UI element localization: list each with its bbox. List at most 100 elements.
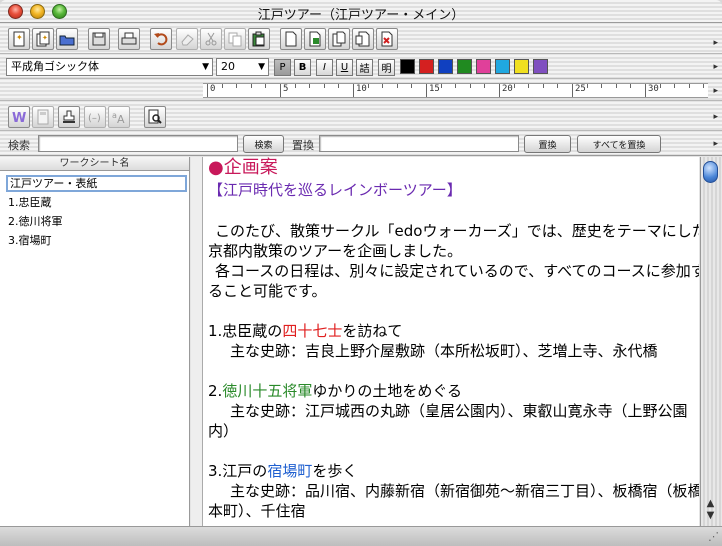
doc-text: ゆかりの土地をめぐる: [312, 382, 463, 400]
scroll-thumb[interactable]: [703, 161, 718, 183]
doc-text: 京都内散策のツアーを企画しました。: [208, 242, 463, 260]
doc-text: 本町）、千住宿: [208, 502, 306, 520]
ruler-tick: [630, 84, 632, 88]
vertical-scrollbar[interactable]: ▲ ▼: [700, 157, 722, 526]
undo-icon[interactable]: [150, 28, 172, 50]
toolbar-overflow-icon[interactable]: ▸: [713, 62, 718, 72]
main-toolbar: ✦ ✦ ▸: [0, 24, 722, 54]
ruby-button[interactable]: 詰: [356, 59, 373, 76]
italic-button[interactable]: I: [316, 59, 333, 76]
ruler-tick: [586, 84, 588, 88]
ruler-tick: [469, 84, 471, 88]
color-swatch[interactable]: [419, 59, 434, 74]
worksheet-item[interactable]: 3.宿場町: [8, 232, 52, 248]
color-swatch[interactable]: [495, 59, 510, 74]
cut-icon[interactable]: [200, 28, 222, 50]
doc-text: 2.: [208, 382, 223, 400]
ruler-label: 25: [575, 84, 586, 94]
new-sheet-icon[interactable]: ✦: [32, 28, 54, 50]
ruler-tick: [426, 84, 427, 97]
ruler-tick: [440, 84, 442, 88]
ruler-label: 5: [283, 84, 289, 94]
ruler-tick: [528, 84, 530, 88]
scroll-arrows-icon[interactable]: ▲ ▼: [703, 498, 718, 522]
doc-subtitle: 【江戸時代を巡るレインボーツアー】: [208, 181, 462, 199]
doc-text: 1.忠臣蔵の: [208, 322, 283, 340]
ruler-tick: [207, 84, 208, 97]
title-bar[interactable]: 江戸ツアー（江戸ツアー・メイン）: [0, 0, 722, 23]
page-add-icon[interactable]: [304, 28, 326, 50]
ruler-tick: [601, 84, 603, 88]
doc-text: このたび、散策サークル「edoウォーカーズ」では、歴史をテーマにした東: [215, 222, 699, 240]
find-icon[interactable]: [144, 106, 166, 128]
color-swatch[interactable]: [457, 59, 472, 74]
page-copy-icon[interactable]: [328, 28, 350, 50]
highlight-text: 四十七士: [282, 322, 343, 340]
eraser-icon[interactable]: [176, 28, 198, 50]
worksheet-item[interactable]: 2.徳川将軍: [8, 213, 63, 229]
font-size-icon[interactable]: aA: [108, 106, 130, 128]
bracket-icon[interactable]: (–): [84, 106, 106, 128]
new-doc-icon[interactable]: ✦: [8, 28, 30, 50]
worksheet-name-input[interactable]: 江戸ツアー・表紙: [6, 175, 187, 192]
doc-text: を歩く: [312, 462, 358, 480]
plain-style-button[interactable]: P: [274, 59, 291, 76]
ruler-tick: [484, 84, 486, 88]
search-bar: 検索 検索 置換 置換 すべてを置換 ▸: [0, 132, 722, 156]
resize-grip-icon[interactable]: ⋰: [708, 530, 719, 543]
ruler-tick: [294, 84, 296, 88]
color-swatch[interactable]: [476, 59, 491, 74]
search-input[interactable]: [38, 135, 238, 152]
ruler-tick: [688, 84, 690, 88]
ruler-tick: [455, 84, 457, 88]
save-icon[interactable]: [88, 28, 110, 50]
copy-icon[interactable]: [224, 28, 246, 50]
replace-all-button[interactable]: すべてを置換: [577, 135, 661, 153]
ruler-tick: [572, 84, 573, 97]
color-swatch[interactable]: [400, 59, 415, 74]
ruler-tick: [645, 84, 646, 97]
replace-input[interactable]: [319, 135, 519, 152]
panel-divider[interactable]: [191, 157, 203, 526]
ruler-tick: [542, 84, 544, 88]
print-icon[interactable]: [118, 28, 140, 50]
color-swatch[interactable]: [438, 59, 453, 74]
color-swatch[interactable]: [533, 59, 548, 74]
course-3-heading: 3.江戸の宿場町を歩く: [208, 461, 357, 481]
underline-button[interactable]: U: [336, 59, 353, 76]
stamp-icon[interactable]: [58, 106, 80, 128]
paste-icon[interactable]: [248, 28, 270, 50]
course-2-heading: 2.徳川十五将軍ゆかりの土地をめぐる: [208, 381, 462, 401]
ruler-tick: [513, 84, 515, 88]
color-swatch[interactable]: [514, 59, 529, 74]
toolbar-overflow-icon[interactable]: ▸: [713, 38, 718, 48]
doc-title: ●企画案: [208, 157, 278, 178]
toolbar-overflow-icon[interactable]: ▸: [713, 139, 718, 149]
size-select[interactable]: 20 ▼: [216, 58, 269, 76]
course-1-heading: 1.忠臣蔵の四十七士を訪ねて: [208, 321, 402, 341]
highlight-text: 宿場町: [267, 462, 313, 480]
page-icon[interactable]: [280, 28, 302, 50]
toolbar-overflow-icon[interactable]: ▸: [713, 86, 718, 96]
doc-text: 各コースの日程は、別々に設定されているので、すべてのコースに参加す: [215, 262, 699, 280]
text-editor[interactable]: ●企画案 【江戸時代を巡るレインボーツアー】 このたび、散策サークル「edoウォ…: [203, 157, 699, 526]
search-button[interactable]: 検索: [243, 135, 284, 153]
chevron-down-icon: ▼: [258, 62, 265, 72]
word-icon[interactable]: W: [8, 106, 30, 128]
open-folder-icon[interactable]: [56, 28, 78, 50]
calculator-icon[interactable]: [32, 106, 54, 128]
mincho-button[interactable]: 明: [378, 59, 395, 76]
page-paste-icon[interactable]: [352, 28, 374, 50]
font-select[interactable]: 平成角ゴシック体 ▼: [6, 58, 213, 76]
svg-text:✦: ✦: [42, 34, 48, 42]
ruler-label: 0: [210, 84, 216, 94]
ruler-tick: [309, 84, 311, 88]
bold-button[interactable]: B: [294, 59, 311, 76]
doc-text: 主な史跡：吉良上野介屋敷跡（本所松坂町）、芝増上寺、永代橋: [230, 342, 658, 360]
replace-button[interactable]: 置換: [524, 135, 571, 153]
toolbar-overflow-icon[interactable]: ▸: [713, 112, 718, 122]
size-select-value: 20: [221, 60, 235, 73]
ruler-tick: [674, 84, 676, 88]
page-delete-icon[interactable]: [376, 28, 398, 50]
worksheet-item[interactable]: 1.忠臣蔵: [8, 194, 52, 210]
